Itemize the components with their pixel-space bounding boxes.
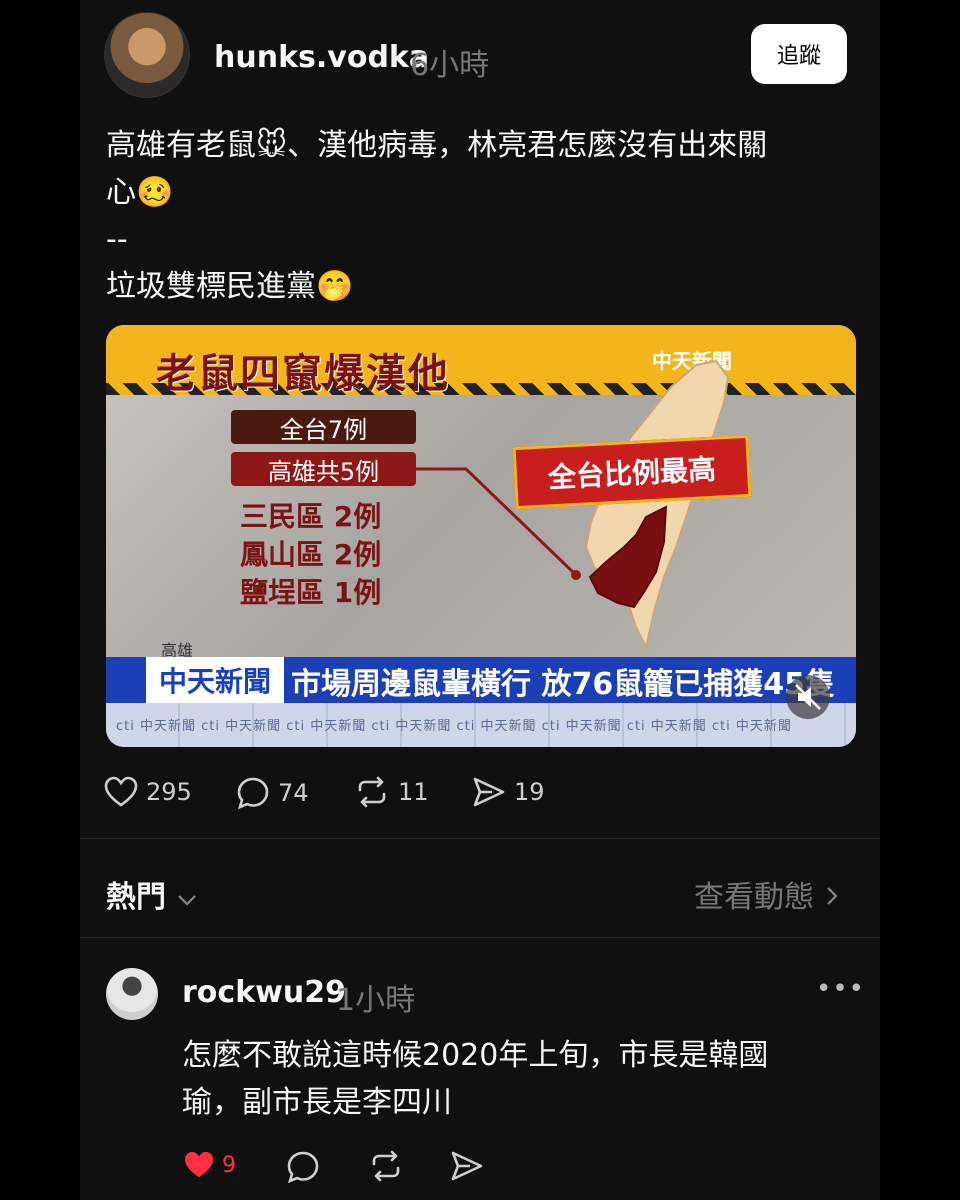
post-time: 6小時 (410, 48, 490, 83)
like-button[interactable]: 295 (104, 776, 192, 808)
sort-label: 熱門 (106, 880, 166, 915)
reply-avatar[interactable] (106, 968, 158, 1020)
chevron-right-icon (826, 887, 838, 905)
ticker-headline: 市場周邊鼠輩橫行 放76鼠籠已捕獲45隻 (291, 667, 835, 702)
send-icon (451, 1151, 483, 1181)
comment-count: 74 (278, 779, 309, 807)
send-icon (473, 777, 505, 807)
district-row: 鳳山區 2例 (240, 538, 382, 571)
reply-time: 1小時 (336, 983, 416, 1018)
reply-share-button[interactable] (450, 1150, 484, 1182)
comment-icon (237, 777, 269, 810)
post-username[interactable]: hunks.vodka (214, 40, 429, 75)
avatar[interactable] (104, 12, 190, 98)
divider (80, 937, 880, 938)
reply-like-count: 9 (222, 1152, 236, 1178)
ticker-band-text: cti 中天新聞 cti 中天新聞 cti 中天新聞 cti 中天新聞 cti … (116, 719, 792, 734)
view-activity-label: 查看動態 (694, 880, 814, 915)
highest-ratio-badge: 全台比例最高 (512, 434, 752, 510)
share-count: 19 (514, 778, 545, 806)
more-options-icon[interactable]: ••• (816, 974, 865, 1004)
total-cases-label: 全台7例 (231, 410, 416, 444)
reply-username[interactable]: rockwu29 (182, 975, 346, 1010)
share-button[interactable]: 19 (472, 776, 545, 808)
district-row: 鹽埕區 1例 (240, 576, 382, 609)
repost-count: 11 (398, 778, 429, 806)
reply-repost-button[interactable] (368, 1150, 404, 1182)
reply-text: 怎麼不敢說這時候2020年上旬，市長是韓國 瑜，副市長是李四川 (182, 1038, 769, 1120)
reply-comment-button[interactable] (286, 1150, 320, 1184)
post-text: 高雄有老鼠🐭、漢他病毒，林亮君怎麼沒有出來關 心🥴 -- 垃圾雙標民進黨🤭 (106, 128, 768, 304)
kaohsiung-cases-label: 高雄共5例 (231, 452, 416, 486)
chevron-down-icon (178, 895, 197, 906)
ticker-logo: 中天新聞 (146, 657, 284, 703)
news-image[interactable]: 老鼠四竄爆漢他 中天新聞 全台7例 高雄共5例 三民區 2例 鳳山區 2例 鹽埕… (106, 325, 856, 747)
threads-panel: hunks.vodka 6小時 追蹤 高雄有老鼠🐭、漢他病毒，林亮君怎麼沒有出來… (80, 0, 880, 1200)
repost-icon (372, 1150, 400, 1182)
follow-button[interactable]: 追蹤 (751, 24, 847, 84)
like-count: 295 (146, 778, 192, 806)
heart-filled-icon (184, 1151, 214, 1178)
repost-button[interactable]: 11 (354, 776, 429, 808)
comment-icon (287, 1151, 319, 1184)
reply-like-button[interactable]: 9 (182, 1150, 236, 1180)
sort-hot-dropdown[interactable]: 熱門 (106, 872, 198, 916)
heart-icon (104, 776, 138, 807)
divider (80, 838, 880, 839)
comment-button[interactable]: 74 (236, 776, 309, 810)
repost-icon (358, 776, 386, 808)
view-activity-link[interactable]: 查看動態 (694, 872, 840, 916)
mute-icon[interactable] (786, 675, 830, 719)
district-row: 三民區 2例 (240, 500, 382, 533)
